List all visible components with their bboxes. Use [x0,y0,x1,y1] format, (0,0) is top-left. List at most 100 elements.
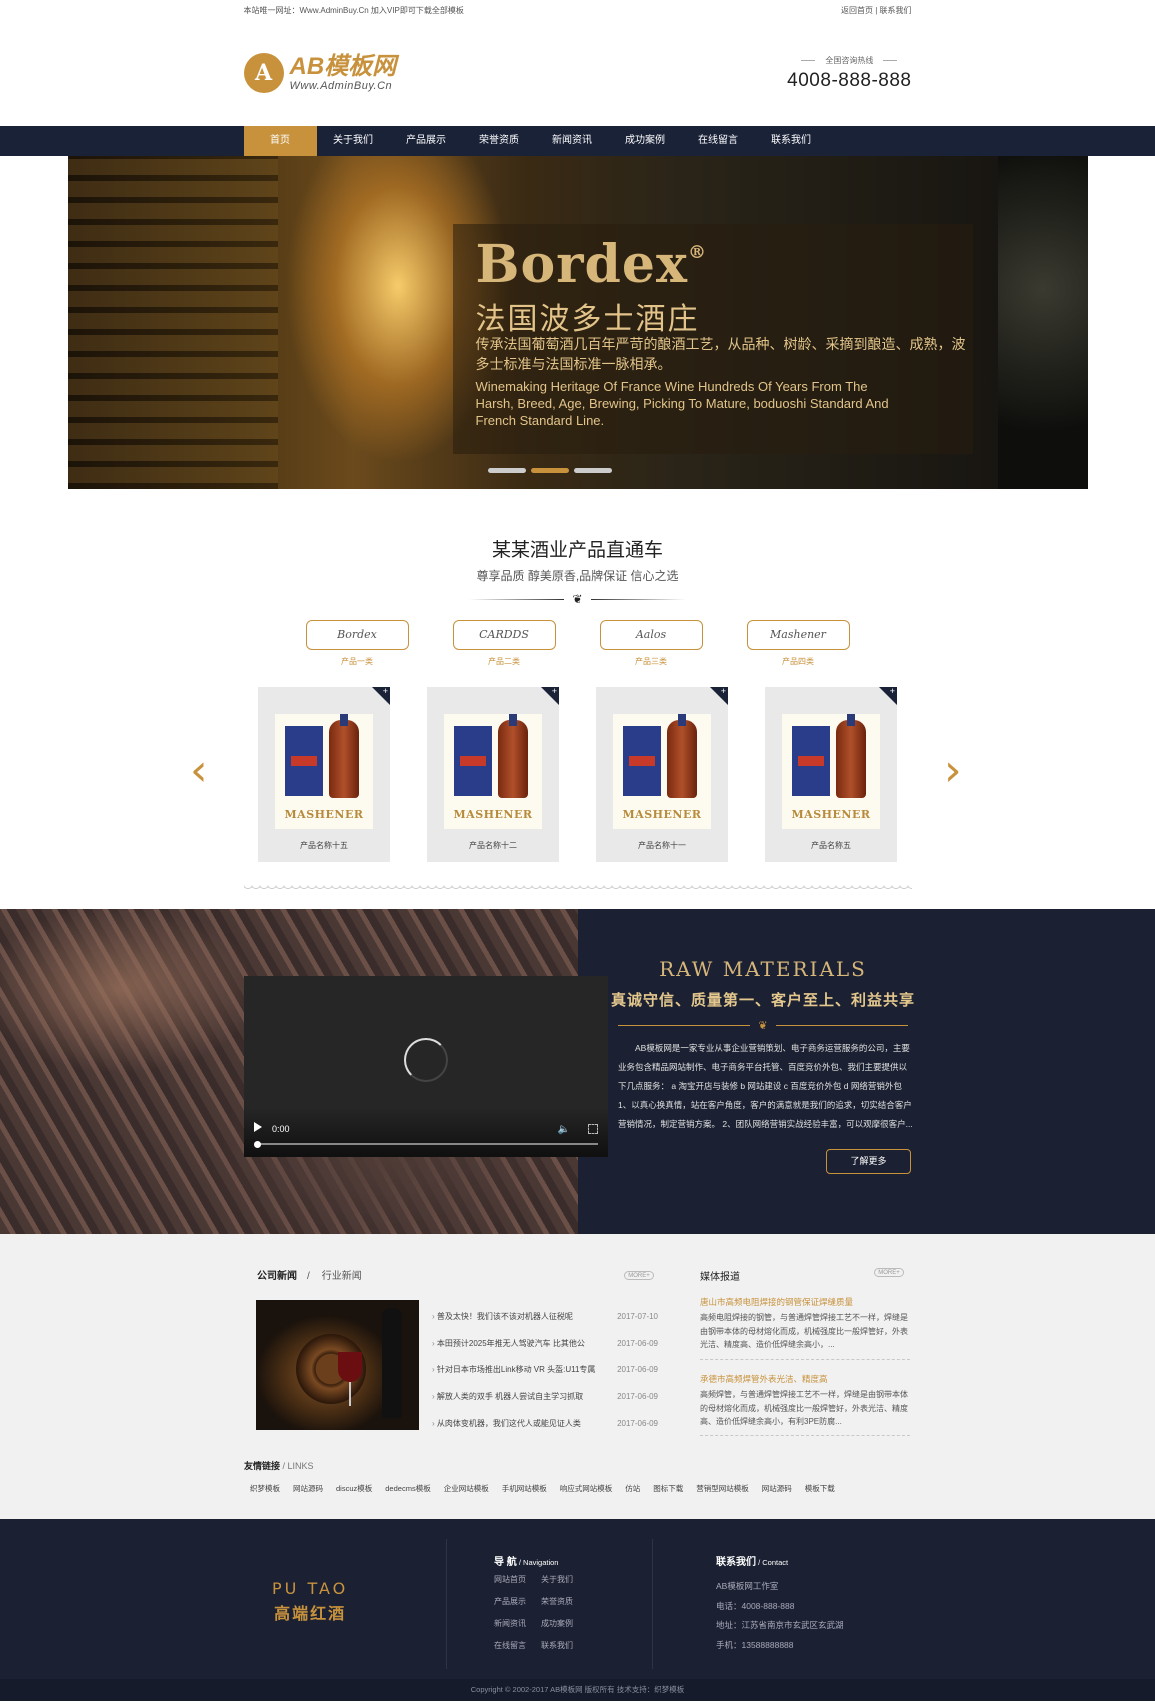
product-card[interactable]: + MASHENER 产品名称十五 [258,686,390,862]
fullscreen-icon[interactable] [588,1124,598,1134]
nav-item-message[interactable]: 在线留言 [682,126,755,156]
product-card[interactable]: + MASHENER 产品名称五 [765,686,897,862]
carousel-prev-arrow-icon[interactable]: ‹ [190,749,208,793]
footer-logo-cn: 高端红酒 [274,1606,347,1623]
site-logo[interactable]: A AB模板网 Www.AdminBuy.Cn [243,53,396,93]
footer-divider [446,1539,447,1669]
video-player[interactable]: 0:00 🔈 [244,976,608,1157]
top-separator: | [875,5,878,15]
product-image: MASHENER [613,714,711,829]
footer-nav-link[interactable]: 在线留言 [494,1640,541,1651]
news-item[interactable]: 本田预计2025年推无人驾驶汽车 比其他公 2017-06-09 [432,1330,658,1357]
media-item[interactable]: 承德市高频焊管外表光洁、精度高 高频焊管，与普通焊管焊接工艺不一样，焊缝是由钢带… [700,1373,910,1429]
nav-item-products[interactable]: 产品展示 [390,126,463,156]
footer-nav-link[interactable]: 成功案例 [541,1618,588,1629]
friend-link[interactable]: 图标下载 [653,1483,683,1494]
nav-item-about[interactable]: 关于我们 [317,126,390,156]
hotline-label: 全国咨询热线 [787,55,911,66]
footer-nav-link[interactable]: 联系我们 [541,1640,588,1651]
slider-dot[interactable] [573,468,612,473]
logo-mark: A [243,53,284,93]
news-item[interactable]: 针对日本市场推出Link移动 VR 头盔:U11专属 2017-06-09 [432,1356,658,1383]
raw-materials-section: 0:00 🔈 RAW MATERIALS 真诚守信、质量第一、客户至上、利益共享… [0,909,1155,1234]
news-date: 2017-07-10 [617,1311,658,1321]
news-item[interactable]: 普及太快！我们该不该对机器人征税呢 2017-07-10 [432,1303,658,1330]
news-title: 本田预计2025年推无人驾驶汽车 比其他公 [432,1338,602,1349]
raw-ornament: ❦ [618,1019,908,1032]
banner-description: 传承法国葡萄酒几百年严苛的酿酒工艺，从品种、树龄、采摘到酿造、成熟，波多士标准与… [475,336,966,372]
learn-more-button[interactable]: 了解更多 [826,1149,911,1174]
hotline-number: 4008-888-888 [787,69,912,91]
news-thumbnail[interactable] [256,1300,419,1430]
friend-link[interactable]: 网站源码 [293,1483,323,1494]
product-brand: MASHENER [453,808,533,821]
news-more-button[interactable]: MORE+ [624,1271,654,1280]
category-label: 产品一类 [341,657,373,666]
nav-item-home[interactable]: 首页 [243,126,317,156]
products-title: 某某酒业产品直通车 [491,540,663,561]
footer-nav-link[interactable]: 产品展示 [494,1596,541,1607]
news-date: 2017-06-09 [617,1338,658,1348]
hero-banner[interactable]: Bordex® 法国波多士酒庄 传承法国葡萄酒几百年严苛的酿酒工艺，从品种、树龄… [67,156,1088,489]
category-1[interactable]: Bordex 产品一类 [305,620,409,667]
video-progress-knob[interactable] [254,1141,261,1148]
nav-item-contact[interactable]: 联系我们 [755,126,828,156]
slider-dot[interactable] [487,468,526,473]
nav-item-honors[interactable]: 荣誉资质 [463,126,536,156]
category-4[interactable]: Mashener 产品四类 [746,620,850,667]
banner-cellar-image [67,156,278,489]
category-script: Bordex [305,620,409,650]
nav-item-news[interactable]: 新闻资讯 [536,126,609,156]
news-item[interactable]: 从肉体变机器，我们这代人或能见证人类 2017-06-09 [432,1410,658,1437]
category-3[interactable]: Aalos 产品三类 [599,620,703,667]
tab-separator: / [307,1271,310,1282]
footer-contact: AB模板网工作室 电话：4008-888-888 地址：江苏省南京市玄武区玄武湖… [716,1577,844,1655]
friend-link[interactable]: 仿站 [625,1483,640,1494]
friend-link[interactable]: 企业网站模板 [444,1483,489,1494]
product-categories: Bordex 产品一类 CARDDS 产品二类 Aalos 产品三类 Mashe… [0,620,1155,667]
contact-link[interactable]: 联系我们 [880,6,912,15]
footer-contact-title: 联系我们 / Contact [716,1557,789,1568]
friend-link[interactable]: 模板下载 [805,1483,835,1494]
raw-description: AB模板网是一家专业从事企业营销策划、电子商务运营服务的公司，主要业务包含精品网… [618,1043,913,1129]
friend-link[interactable]: 手机网站模板 [502,1483,547,1494]
product-card[interactable]: + MASHENER 产品名称十一 [596,686,728,862]
home-link[interactable]: 返回首页 [841,6,873,15]
media-item[interactable]: 唐山市高频电阻焊接的钢管保证焊缝质量 高频电阻焊接的钢管，与普通焊管焊接工艺不一… [700,1296,910,1352]
product-brand: MASHENER [791,808,871,821]
video-progress-track[interactable] [256,1143,598,1145]
friend-link[interactable]: 织梦模板 [250,1483,280,1494]
footer-nav-link[interactable]: 网站首页 [494,1574,541,1585]
product-image: MASHENER [275,714,373,829]
friend-link[interactable]: 营销型网站模板 [696,1483,749,1494]
news-item[interactable]: 解放人类的双手 机器人尝试自主学习抓取 2017-06-09 [432,1383,658,1410]
footer-nav-link[interactable]: 新闻资讯 [494,1618,541,1629]
tab-company-news[interactable]: 公司新闻 [257,1271,297,1282]
product-card[interactable]: + MASHENER 产品名称十二 [427,686,559,862]
slider-dot[interactable] [530,468,569,473]
links-title: 友情链接 / LINKS [244,1461,314,1471]
friend-link[interactable]: discuz模板 [336,1483,372,1494]
category-2[interactable]: CARDDS 产品二类 [452,620,556,667]
footer-nav-link[interactable]: 关于我们 [541,1574,588,1585]
friend-link[interactable]: 网站源码 [762,1483,792,1494]
friend-link[interactable]: 响应式网站模板 [560,1483,613,1494]
top-links: 返回首页 | 联系我们 [841,5,912,16]
footer: PU TAO 高端红酒 导 航 / Navigation 网站首页 关于我们 产… [0,1519,1155,1701]
news-title: 解放人类的双手 机器人尝试自主学习抓取 [432,1391,602,1402]
category-script: Mashener [746,620,850,650]
volume-icon[interactable]: 🔈 [558,1124,570,1135]
carousel-next-arrow-icon[interactable]: › [944,749,962,793]
friend-link[interactable]: dedecms模板 [385,1483,430,1494]
nav-item-cases[interactable]: 成功案例 [609,126,682,156]
hotline: 全国咨询热线 4008-888-888 [787,55,911,92]
news-title: 普及太快！我们该不该对机器人征税呢 [432,1311,602,1322]
media-more-button[interactable]: MORE+ [874,1268,904,1277]
footer-nav-title: 导 航 / Navigation [494,1557,559,1568]
play-icon[interactable] [254,1122,262,1132]
ornament-icon: ❦ [572,592,583,606]
tab-industry-news[interactable]: 行业新闻 [322,1271,362,1282]
footer-logo-en: PU TAO [272,1579,349,1598]
footer-nav-link[interactable]: 荣誉资质 [541,1596,588,1607]
category-label: 产品三类 [635,657,667,666]
